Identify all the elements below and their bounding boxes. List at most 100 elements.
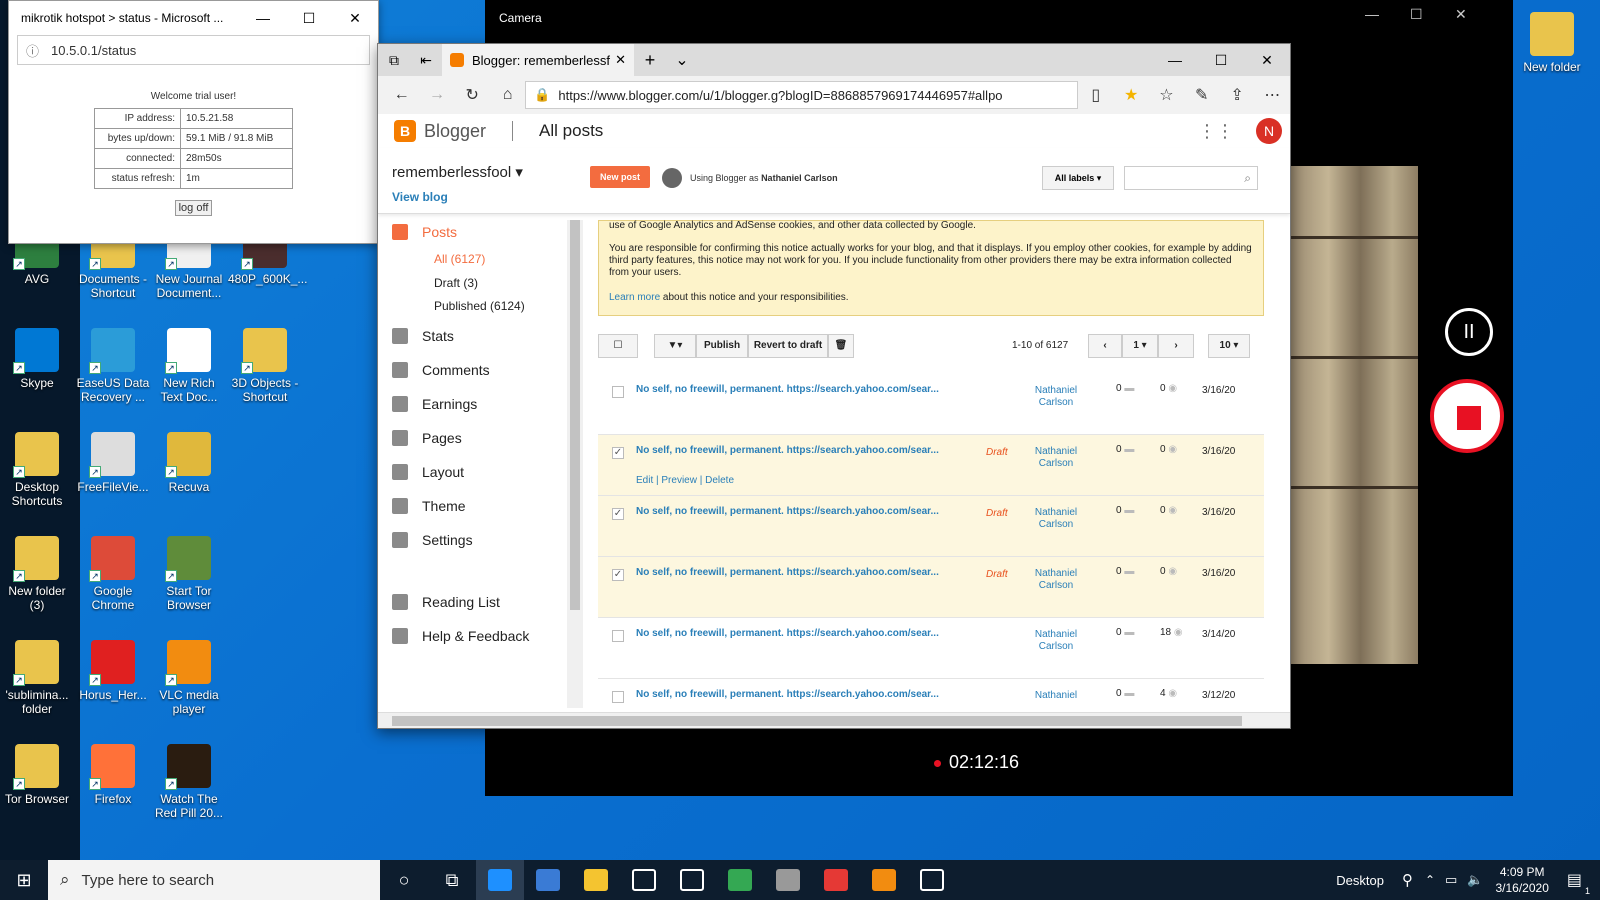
sidebar-item-layout[interactable]: Layout — [392, 464, 464, 480]
desktop-icon[interactable]: ↗ Firefox — [76, 744, 150, 806]
post-author[interactable]: Nathaniel Carlson — [1028, 385, 1084, 409]
apps-grid-icon[interactable]: ⋮⋮ — [1198, 121, 1234, 142]
post-row[interactable]: ✓ No self, no freewill, permanent. https:… — [598, 496, 1264, 557]
desktop-icon[interactable]: ↗ Recuva — [152, 432, 226, 494]
sidebar-item-help-feedback[interactable]: Help & Feedback — [392, 628, 529, 644]
trash-icon[interactable]: 🗑 — [828, 334, 854, 358]
select-all-checkbox[interactable]: ☐ — [598, 334, 638, 358]
revert-to-draft-button[interactable]: Revert to draft — [748, 334, 828, 358]
post-author[interactable]: Nathaniel Carlson — [1028, 507, 1084, 531]
desktop-icon[interactable]: ↗ Tor Browser — [0, 744, 74, 806]
desktop-icon[interactable]: ↗ New folder (3) — [0, 536, 74, 612]
post-title-link[interactable]: No self, no freewill, permanent. https:/… — [636, 567, 939, 578]
post-title-link[interactable]: No self, no freewill, permanent. https:/… — [636, 689, 939, 700]
edge-close-button[interactable]: ✕ — [1244, 52, 1290, 69]
battery-icon[interactable]: ▭ — [1445, 872, 1457, 888]
sidebar-item-theme[interactable]: Theme — [392, 498, 466, 514]
taskbar-app-file-explorer[interactable] — [572, 860, 620, 900]
hotspot-minimize-button[interactable]: — — [240, 10, 286, 26]
sidebar-item-posts[interactable]: Posts — [392, 224, 457, 240]
camera-minimize-button[interactable]: — — [1365, 6, 1379, 22]
taskbar-app-obs[interactable] — [764, 860, 812, 900]
taskbar-app-store[interactable] — [524, 860, 572, 900]
taskbar-app-vlc[interactable] — [860, 860, 908, 900]
refresh-icon[interactable]: ↻ — [455, 85, 490, 105]
taskbar-app-camera-alt[interactable] — [812, 860, 860, 900]
network-icon[interactable]: ⚲ — [1402, 871, 1413, 889]
taskbar-app-amazon[interactable] — [668, 860, 716, 900]
view-blog-link[interactable]: View blog — [392, 190, 448, 204]
new-post-button[interactable]: New post — [590, 166, 650, 188]
taskbar-app-camera[interactable] — [908, 860, 956, 900]
more-icon[interactable]: ⋯ — [1255, 85, 1290, 105]
post-row[interactable]: No self, no freewill, permanent. https:/… — [598, 374, 1264, 435]
taskbar-app-mail[interactable] — [620, 860, 668, 900]
desktop-icon[interactable]: ↗ EaseUS Data Recovery ... — [76, 328, 150, 404]
tab-blogger[interactable]: Blogger: rememberlessf ✕ — [442, 44, 634, 76]
sidebar-item-earnings[interactable]: Earnings — [392, 396, 477, 412]
post-title-link[interactable]: No self, no freewill, permanent. https:/… — [636, 384, 939, 395]
desktop-icon[interactable]: ↗ Desktop Shortcuts — [0, 432, 74, 508]
next-page-button[interactable]: › — [1158, 334, 1194, 358]
per-page-select[interactable]: 10 ▾ — [1208, 334, 1250, 358]
post-row[interactable]: No self, no freewill, permanent. https:/… — [598, 618, 1264, 679]
desktop-toolbar-label[interactable]: Desktop — [1336, 873, 1384, 888]
close-tab-icon[interactable]: ✕ — [615, 52, 626, 68]
post-checkbox[interactable] — [612, 386, 624, 398]
desktop-icon[interactable]: ↗ New Rich Text Doc... — [152, 328, 226, 404]
post-author[interactable]: Nathaniel — [1028, 690, 1084, 702]
desktop-icon[interactable]: ↗ Skype — [0, 328, 74, 390]
desktop-icon[interactable]: ↗ VLC media player — [152, 640, 226, 716]
post-author[interactable]: Nathaniel Carlson — [1028, 446, 1084, 470]
favorites-icon[interactable]: ☆ — [1149, 85, 1184, 105]
page-select[interactable]: 1 ▾ — [1122, 334, 1158, 358]
pause-button[interactable]: II — [1445, 308, 1493, 356]
post-title-link[interactable]: No self, no freewill, permanent. https:/… — [636, 445, 939, 456]
blog-name[interactable]: rememberlessfool ▾ — [392, 163, 523, 181]
post-actions[interactable]: Edit | Preview | Delete — [636, 475, 734, 486]
desktop-icon[interactable]: ↗ Start Tor Browser — [152, 536, 226, 612]
post-title-link[interactable]: No self, no freewill, permanent. https:/… — [636, 506, 939, 517]
learn-more-link[interactable]: Learn more — [609, 292, 660, 303]
desktop-icon[interactable]: ↗ Watch The Red Pill 20... — [152, 744, 226, 820]
sidebar-item-settings[interactable]: Settings — [392, 532, 473, 548]
post-checkbox[interactable] — [612, 691, 624, 703]
edge-minimize-button[interactable]: — — [1152, 52, 1198, 68]
search-input[interactable]: ⌕ — [1124, 166, 1258, 190]
hotspot-address-bar[interactable]: ⓘ 10.5.0.1/status — [17, 35, 370, 65]
taskbar-app-edge[interactable] — [476, 860, 524, 900]
all-labels-dropdown[interactable]: All labels ▾ — [1042, 166, 1114, 190]
share-icon[interactable]: ⇪ — [1219, 85, 1254, 105]
taskbar-app-tripadvisor[interactable] — [716, 860, 764, 900]
clock[interactable]: 4:09 PM 3/16/2020 — [1495, 864, 1548, 896]
sidebar-item-all[interactable]: All (6127) — [434, 252, 485, 266]
chevron-down-icon[interactable]: ⌄ — [666, 50, 698, 70]
tab-aside-icon[interactable]: ⧉ — [378, 52, 410, 69]
cortana-icon[interactable]: ○ — [380, 860, 428, 900]
stop-recording-button[interactable] — [1430, 379, 1504, 453]
chevron-up-icon[interactable]: ⌃ — [1425, 873, 1435, 887]
publish-button[interactable]: Publish — [696, 334, 748, 358]
post-checkbox[interactable]: ✓ — [612, 569, 624, 581]
desktop-icon[interactable]: ↗ 'sublimina... folder — [0, 640, 74, 716]
sidebar-item-pages[interactable]: Pages — [392, 430, 462, 446]
notification-icon[interactable]: ▤ 1 — [1567, 870, 1590, 896]
camera-maximize-button[interactable]: ☐ — [1410, 6, 1423, 23]
scroll-thumb[interactable] — [570, 220, 580, 610]
sidebar-item-published[interactable]: Published (6124) — [434, 299, 525, 313]
edge-maximize-button[interactable]: ☐ — [1198, 52, 1244, 69]
horizontal-scrollbar[interactable] — [378, 712, 1290, 728]
hotspot-close-button[interactable]: ✕ — [332, 10, 378, 27]
label-tag-dropdown[interactable]: ▼▾ — [654, 334, 696, 358]
favorite-star-icon[interactable]: ★ — [1113, 85, 1148, 105]
new-tab-button[interactable]: + — [634, 50, 666, 71]
task-view-icon[interactable]: ⧉ — [428, 860, 476, 900]
post-author[interactable]: Nathaniel Carlson — [1028, 568, 1084, 592]
home-icon[interactable]: ⌂ — [490, 86, 525, 104]
post-checkbox[interactable]: ✓ — [612, 508, 624, 520]
sidebar-item-comments[interactable]: Comments — [392, 362, 490, 378]
post-checkbox[interactable] — [612, 630, 624, 642]
back-icon[interactable]: ← — [384, 86, 419, 104]
post-title-link[interactable]: No self, no freewill, permanent. https:/… — [636, 628, 939, 639]
desktop-icon[interactable]: ↗ Google Chrome — [76, 536, 150, 612]
